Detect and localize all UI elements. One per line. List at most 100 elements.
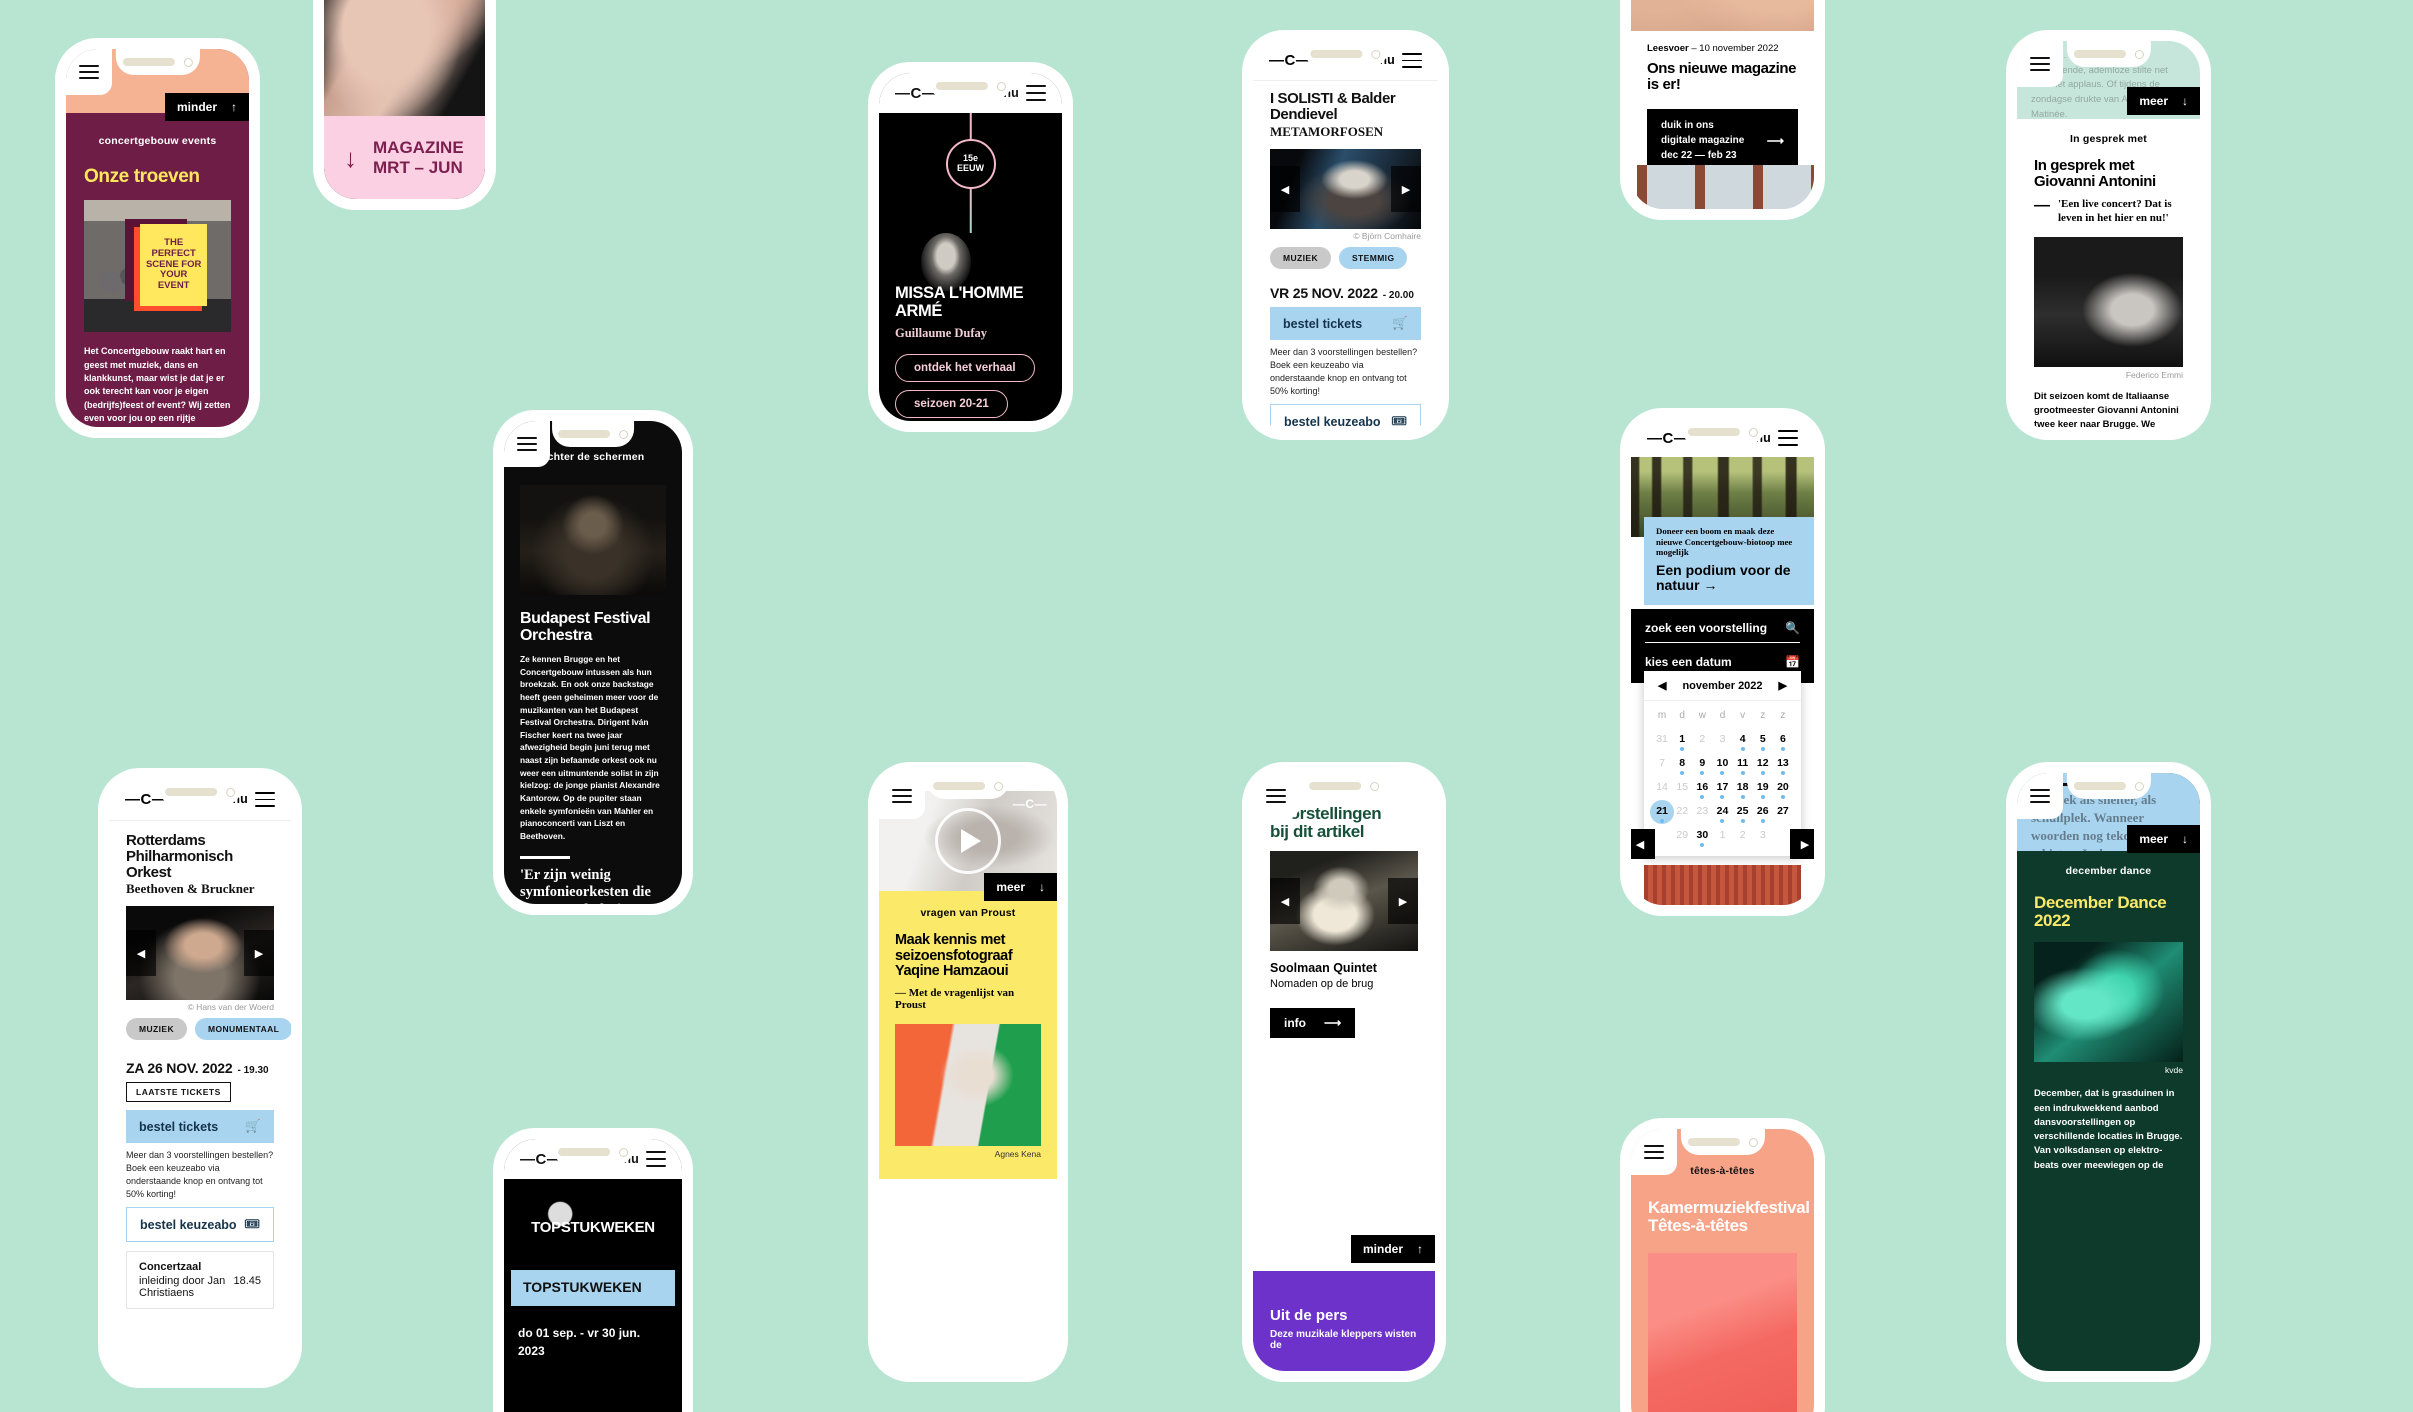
menu-button[interactable] bbox=[2017, 773, 2063, 819]
dow-label: v bbox=[1740, 710, 1746, 721]
calendar-day[interactable]: 18 bbox=[1733, 776, 1753, 800]
front-camera bbox=[1748, 1137, 1758, 1147]
calendar-day[interactable]: 26 bbox=[1753, 800, 1773, 824]
calendar-day[interactable]: 2 bbox=[1692, 728, 1712, 752]
menu-button[interactable] bbox=[66, 49, 112, 95]
tag-monumentaal[interactable]: MONUMENTAAL bbox=[194, 1018, 291, 1041]
century-line2: EEUW bbox=[957, 163, 984, 173]
calendar-day[interactable]: 19 bbox=[1753, 776, 1773, 800]
news-cta-button[interactable]: duik in ons digitale magazine dec 22 — f… bbox=[1647, 109, 1798, 173]
calendar-day[interactable]: 20 bbox=[1773, 776, 1793, 800]
calendar-day[interactable]: 31 bbox=[1652, 728, 1672, 752]
calendar-day[interactable]: 8 bbox=[1672, 752, 1692, 776]
meer-button[interactable]: meer ↓ bbox=[2127, 825, 2200, 853]
calendar-day[interactable]: 1 bbox=[1712, 824, 1732, 848]
dow-label: z bbox=[1760, 710, 1766, 721]
menu-button[interactable] bbox=[2017, 41, 2063, 87]
menu-button[interactable] bbox=[879, 773, 925, 819]
menu-button[interactable] bbox=[1631, 1129, 1677, 1175]
calendar-day-selected[interactable]: 21 bbox=[1652, 800, 1672, 824]
calendar-day[interactable]: 30 bbox=[1692, 824, 1712, 848]
topstukweken-image: TOPSTUKWEKEN bbox=[511, 1185, 675, 1270]
hamburger-icon bbox=[1266, 785, 1286, 807]
carousel-next-button[interactable]: ▶ bbox=[244, 930, 274, 977]
search-icon[interactable]: 🔍 bbox=[1785, 621, 1800, 635]
front-camera bbox=[996, 81, 1006, 91]
missa-composer: Guillaume Dufay bbox=[895, 326, 988, 341]
budapest-title: Budapest Festival Orchestra bbox=[520, 610, 666, 644]
calendar-day[interactable]: 13 bbox=[1773, 752, 1793, 776]
meer-button[interactable]: meer ↓ bbox=[2127, 87, 2200, 115]
bestel-keuzeabo-button[interactable]: bestel keuzeabo 🎟 bbox=[1270, 404, 1421, 429]
minder-button[interactable]: minder ↑ bbox=[164, 93, 249, 121]
hamburger-icon bbox=[255, 787, 275, 812]
calendar-day[interactable]: 2 bbox=[1733, 824, 1753, 848]
bestel-tickets-button[interactable]: bestel tickets 🛒 bbox=[1270, 307, 1421, 341]
calendar-next-button[interactable]: ▶ bbox=[1779, 679, 1787, 692]
calendar-day[interactable]: 4 bbox=[1733, 728, 1753, 752]
calendar-day[interactable]: 1 bbox=[1672, 728, 1692, 752]
magazine-image bbox=[324, 0, 485, 116]
phone-proust: —C— meer ↓ vragen van Proust Maak kennis… bbox=[868, 762, 1068, 1382]
meer-label: meer bbox=[996, 880, 1025, 894]
info-button[interactable]: info ⟶ bbox=[1270, 1008, 1356, 1039]
natuur-overlay[interactable]: Doneer een boom en maak deze nieuwe Conc… bbox=[1644, 517, 1814, 605]
play-icon[interactable] bbox=[935, 808, 1001, 874]
calendar-day[interactable]: 9 bbox=[1692, 752, 1712, 776]
natuur-overlay-title: Een podium voor de natuur → bbox=[1656, 561, 1791, 594]
calendar-day[interactable]: 10 bbox=[1712, 752, 1732, 776]
calendar-day[interactable]: 15 bbox=[1672, 776, 1692, 800]
meer-button[interactable]: meer ↓ bbox=[984, 873, 1057, 901]
carousel-prev-button[interactable]: ◀ bbox=[1270, 878, 1300, 925]
calendar-day[interactable]: 12 bbox=[1753, 752, 1773, 776]
rotterdam-date: ZA 26 NOV. 2022 bbox=[126, 1060, 233, 1077]
calendar-day[interactable]: 14 bbox=[1652, 776, 1672, 800]
hamburger-icon bbox=[79, 61, 99, 83]
arrow-right-icon: ⟶ bbox=[1324, 1016, 1342, 1031]
calendar-day[interactable]: 11 bbox=[1733, 752, 1753, 776]
calendar-day[interactable]: 17 bbox=[1712, 776, 1732, 800]
antonini-title-line1: In gesprek met bbox=[2034, 157, 2135, 174]
bestel-keuzeabo-button[interactable]: bestel keuzeabo 🎟 bbox=[126, 1207, 274, 1243]
menu-button[interactable] bbox=[504, 421, 550, 467]
hamburger-icon bbox=[2030, 785, 2050, 807]
calendar-day[interactable]: 3 bbox=[1753, 824, 1773, 848]
menu-button[interactable] bbox=[1253, 773, 1299, 819]
front-camera bbox=[183, 57, 193, 67]
topstukweken-dates: do 01 sep. - vr 30 jun. 2023 bbox=[518, 1326, 641, 1358]
tag-muziek[interactable]: MUZIEK bbox=[126, 1018, 187, 1041]
tag-stemmig[interactable]: STEMMIG bbox=[1338, 247, 1408, 270]
ontdek-verhaal-button[interactable]: ontdek het verhaal bbox=[895, 354, 1035, 383]
magazine-cta[interactable]: ↓ MAGAZINE MRT – JUN bbox=[324, 116, 485, 199]
calendar-day[interactable]: 7 bbox=[1652, 752, 1672, 776]
carousel-next-button[interactable]: ▶ bbox=[1388, 878, 1418, 925]
phone-notch bbox=[552, 1139, 634, 1165]
calendar-day[interactable]: 23 bbox=[1692, 800, 1712, 824]
bestel-tickets-button[interactable]: bestel tickets 🛒 bbox=[126, 1110, 274, 1144]
search-input[interactable]: zoek een voorstelling 🔍 bbox=[1645, 621, 1800, 643]
carousel-prev-button[interactable]: ◀ bbox=[1270, 166, 1300, 213]
phone-notch bbox=[2066, 41, 2151, 67]
calendar-day[interactable]: 29 bbox=[1672, 824, 1692, 848]
calendar-day[interactable]: 22 bbox=[1672, 800, 1692, 824]
carousel-prev-button[interactable]: ◀ bbox=[126, 930, 156, 977]
calendar-day[interactable]: 25 bbox=[1733, 800, 1753, 824]
calendar-day[interactable]: 16 bbox=[1692, 776, 1712, 800]
calendar-day[interactable]: 27 bbox=[1773, 800, 1793, 824]
speaker-grille bbox=[558, 430, 610, 438]
slider-prev-button[interactable]: ◀ bbox=[1631, 829, 1655, 859]
calendar-prev-button[interactable]: ◀ bbox=[1658, 679, 1666, 692]
phone-natuur: —C— menu Doneer een boom en maak deze ni… bbox=[1620, 408, 1825, 916]
calendar-day[interactable]: 24 bbox=[1712, 800, 1732, 824]
slider-next-button[interactable]: ▶ bbox=[1790, 829, 1814, 859]
carousel-next-button[interactable]: ▶ bbox=[1391, 166, 1421, 213]
logo[interactable]: —C— bbox=[1013, 797, 1047, 811]
minder-button[interactable]: minder ↑ bbox=[1350, 1235, 1435, 1263]
rotterdam-subtitle: Beethoven & Bruckner bbox=[126, 881, 255, 897]
seizoen-button[interactable]: seizoen 20-21 bbox=[895, 390, 1008, 419]
calendar-day[interactable]: 6 bbox=[1773, 728, 1793, 752]
natuur-overlay-sub: Doneer een boom en maak deze nieuwe Conc… bbox=[1656, 526, 1793, 558]
calendar-day[interactable]: 5 bbox=[1753, 728, 1773, 752]
tag-muziek[interactable]: MUZIEK bbox=[1270, 247, 1331, 270]
calendar-day[interactable]: 3 bbox=[1712, 728, 1732, 752]
